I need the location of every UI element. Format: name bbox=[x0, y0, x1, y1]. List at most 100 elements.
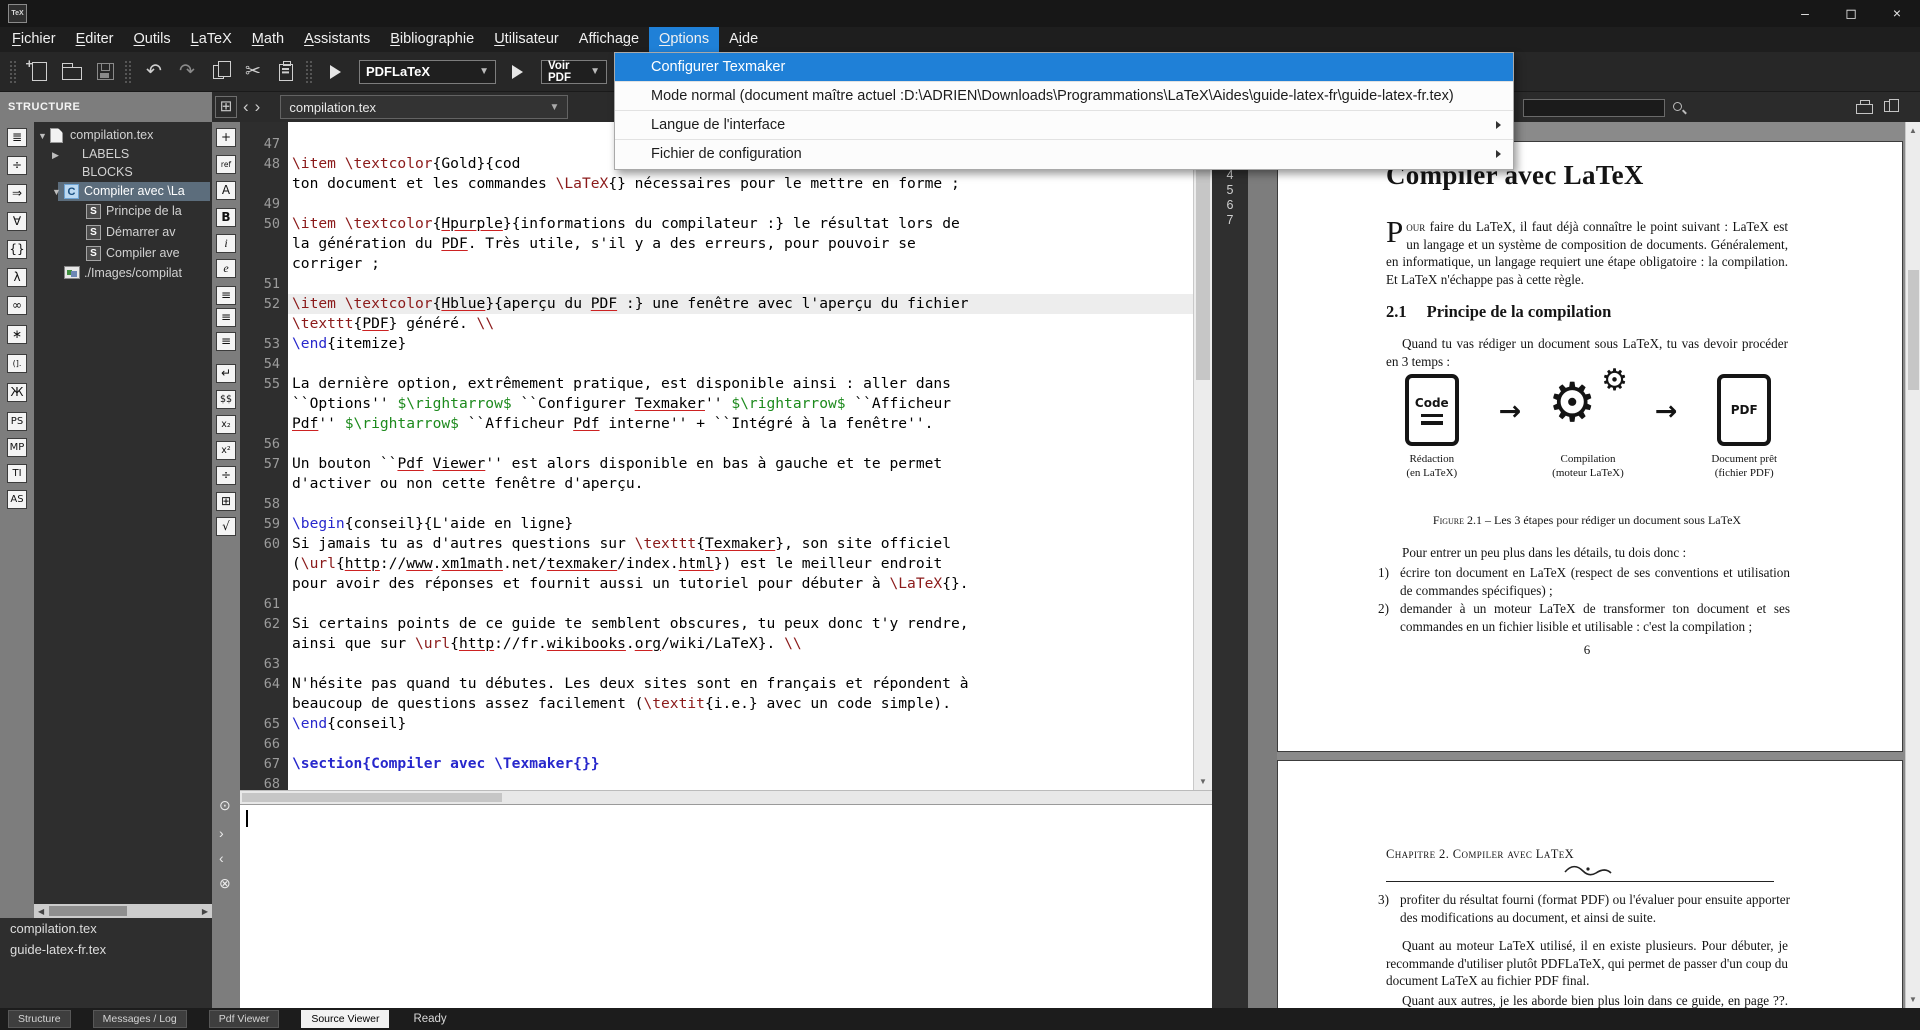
menu-utilisateur[interactable]: Utilisateur bbox=[484, 27, 569, 52]
section-list-icon[interactable]: ≣ bbox=[7, 128, 27, 147]
arrow-symbols-icon[interactable]: ⇒ bbox=[7, 184, 27, 203]
description-icon[interactable]: ≡ bbox=[216, 332, 236, 351]
code-line[interactable]: \texttt{PDF} généré. \\ bbox=[288, 314, 1193, 334]
code-line[interactable]: pour avoir des réponses et fournit aussi… bbox=[288, 574, 1193, 594]
statusbar-tab-messages-log[interactable]: Messages / Log bbox=[93, 1010, 187, 1028]
open-file-compilation-tex[interactable]: compilation.tex bbox=[0, 918, 212, 939]
open-file-select[interactable]: compilation.tex▼ bbox=[280, 95, 568, 119]
statusbar-tab-structure[interactable]: Structure bbox=[8, 1010, 71, 1028]
code-line[interactable]: ``Options'' $\rightarrow$ ``Configurer T… bbox=[288, 394, 1193, 414]
superscript-icon[interactable]: x² bbox=[216, 441, 236, 460]
structure-horizontal-scrollbar[interactable]: ◀ ▶ bbox=[34, 904, 212, 918]
code-line[interactable] bbox=[288, 274, 1193, 294]
scrollbar-thumb[interactable] bbox=[242, 793, 502, 802]
menu-assistants[interactable]: Assistants bbox=[294, 27, 380, 52]
paste-button[interactable] bbox=[271, 58, 301, 86]
open-file-guide-latex-fr-tex[interactable]: guide-latex-fr.tex bbox=[0, 939, 212, 960]
tree-item-blocks[interactable]: BLOCKS bbox=[34, 163, 212, 182]
open-file-button[interactable] bbox=[57, 58, 87, 86]
code-line[interactable]: N'hésite pas quand tu débutes. Les deux … bbox=[288, 674, 1193, 694]
metapost-icon[interactable]: MP bbox=[7, 438, 27, 457]
editor-horizontal-scrollbar[interactable] bbox=[240, 790, 1212, 804]
messages-log-panel[interactable] bbox=[240, 804, 1212, 1008]
next-error-icon[interactable]: › bbox=[219, 826, 224, 840]
new-document-button[interactable]: + bbox=[24, 58, 54, 86]
code-line[interactable] bbox=[288, 774, 1193, 790]
maximize-button[interactable]: ◻ bbox=[1828, 0, 1874, 27]
scroll-down-icon[interactable]: ▼ bbox=[1199, 777, 1207, 786]
collapse-icon[interactable]: ▼ bbox=[38, 127, 47, 146]
pdf-page-list[interactable]: 4567 bbox=[1212, 122, 1248, 1008]
code-line[interactable] bbox=[288, 594, 1193, 614]
code-line[interactable] bbox=[288, 354, 1193, 374]
code-line[interactable]: \end{conseil} bbox=[288, 714, 1193, 734]
pdf-search-input[interactable] bbox=[1523, 99, 1665, 117]
tikz-icon[interactable]: TI bbox=[7, 464, 27, 483]
code-line[interactable] bbox=[288, 494, 1193, 514]
tree-item-principe-de-la[interactable]: SPrincipe de la bbox=[34, 202, 212, 221]
code-line[interactable]: La dernière option, extrêmement pratique… bbox=[288, 374, 1193, 394]
references-icon[interactable]: ref bbox=[216, 155, 236, 174]
code-line[interactable]: Pdf'' $\rightarrow$ ``Afficheur Pdf inte… bbox=[288, 414, 1193, 434]
code-line[interactable]: \item \textcolor{Hpurple}{informations d… bbox=[288, 214, 1193, 234]
code-line[interactable]: corriger ; bbox=[288, 254, 1193, 274]
special-characters-icon[interactable]: Ж bbox=[7, 383, 27, 402]
frac-icon[interactable]: ÷ bbox=[216, 466, 236, 485]
preview-eye-icon[interactable]: ⊙ bbox=[219, 798, 231, 812]
scrollbar-thumb[interactable] bbox=[1196, 150, 1210, 380]
tree-item-compilation-tex[interactable]: ▼compilation.tex bbox=[34, 126, 212, 145]
pstricks-icon[interactable]: PS bbox=[7, 412, 27, 431]
pdf-page-number-5[interactable]: 5 bbox=[1212, 183, 1248, 197]
scroll-left-icon[interactable]: ◀ bbox=[38, 907, 44, 916]
matrix-icon[interactable]: ⊞ bbox=[216, 492, 236, 511]
previous-document-button[interactable]: ‹ bbox=[237, 93, 255, 121]
menu-bibliographie[interactable]: Bibliographie bbox=[380, 27, 484, 52]
continuous-pages-icon[interactable] bbox=[1884, 101, 1892, 112]
scrollbar-thumb[interactable] bbox=[1908, 270, 1919, 390]
code-line[interactable]: \end{itemize} bbox=[288, 334, 1193, 354]
tree-item--images-compilat[interactable]: ./Images/compilat bbox=[34, 264, 212, 283]
menu-item-fichier[interactable]: Fichier de configuration bbox=[615, 140, 1513, 169]
menu-affichage[interactable]: Affichage bbox=[569, 27, 649, 52]
undo-button[interactable]: ↶ bbox=[139, 58, 169, 86]
braces-icon[interactable]: {} bbox=[7, 240, 27, 259]
itemize-icon[interactable]: ≡ bbox=[216, 286, 236, 305]
collapse-icon[interactable]: ▼ bbox=[52, 183, 61, 202]
italic-icon[interactable]: i bbox=[216, 234, 236, 253]
asymptote-icon[interactable]: AS bbox=[7, 490, 27, 509]
code-line-current[interactable]: \item \textcolor{Hblue}{aperçu du PDF :}… bbox=[288, 294, 1193, 314]
code-line[interactable]: la génération du PDF. Très utile, s'il y… bbox=[288, 234, 1193, 254]
pdf-page-number-7[interactable]: 7 bbox=[1212, 213, 1248, 227]
delimiters-icon[interactable]: (]. bbox=[7, 354, 27, 373]
print-icon[interactable] bbox=[1856, 104, 1873, 114]
scrollbar-thumb[interactable] bbox=[49, 906, 127, 916]
code-line[interactable]: \begin{conseil}{L'aide en ligne} bbox=[288, 514, 1193, 534]
tree-item-compiler-ave[interactable]: SCompiler ave bbox=[34, 244, 212, 263]
tree-item-compiler-avec-la[interactable]: ▼CCompiler avec \La bbox=[34, 182, 212, 201]
emphasis-icon[interactable]: e bbox=[216, 259, 236, 278]
code-line[interactable] bbox=[288, 434, 1193, 454]
statusbar-tab-pdf-viewer[interactable]: Pdf Viewer bbox=[209, 1010, 280, 1028]
code-line[interactable]: Si jamais tu as d'autres questions sur \… bbox=[288, 534, 1193, 554]
save-button[interactable] bbox=[90, 58, 120, 86]
code-line[interactable] bbox=[288, 734, 1193, 754]
view-select[interactable]: Voir PDF▼ bbox=[541, 60, 607, 84]
statusbar-tab-source-viewer[interactable]: Source Viewer bbox=[301, 1010, 389, 1028]
menu-item-mode[interactable]: Mode normal (document maître actuel :D:\… bbox=[615, 82, 1513, 111]
tree-item-labels[interactable]: ▶LABELS bbox=[34, 145, 212, 164]
scroll-down-icon[interactable]: ▼ bbox=[1909, 995, 1917, 1004]
close-button[interactable]: × bbox=[1874, 0, 1920, 27]
code-line[interactable]: beaucoup de questions assez facilement (… bbox=[288, 694, 1193, 714]
menu-item-configurer[interactable]: Configurer Texmaker bbox=[615, 53, 1513, 82]
code-line[interactable] bbox=[288, 654, 1193, 674]
scroll-up-icon[interactable]: ▲ bbox=[1909, 126, 1917, 135]
run-compile-button[interactable] bbox=[320, 58, 350, 86]
tree-item-d-marrer-av[interactable]: SDémarrer av bbox=[34, 223, 212, 242]
copy-button[interactable] bbox=[205, 58, 235, 86]
code-line[interactable]: (\url{http://www.xm1math.net/texmaker/in… bbox=[288, 554, 1193, 574]
code-line[interactable]: Si certains points de ce guide te semble… bbox=[288, 614, 1193, 634]
code-line[interactable]: ton document et les commandes \LaTeX{} n… bbox=[288, 174, 1193, 194]
next-document-button[interactable]: › bbox=[255, 93, 267, 121]
code-line[interactable]: ainsi que sur \url{http://fr.wikibooks.o… bbox=[288, 634, 1193, 654]
menu-editer[interactable]: Editer bbox=[66, 27, 124, 52]
